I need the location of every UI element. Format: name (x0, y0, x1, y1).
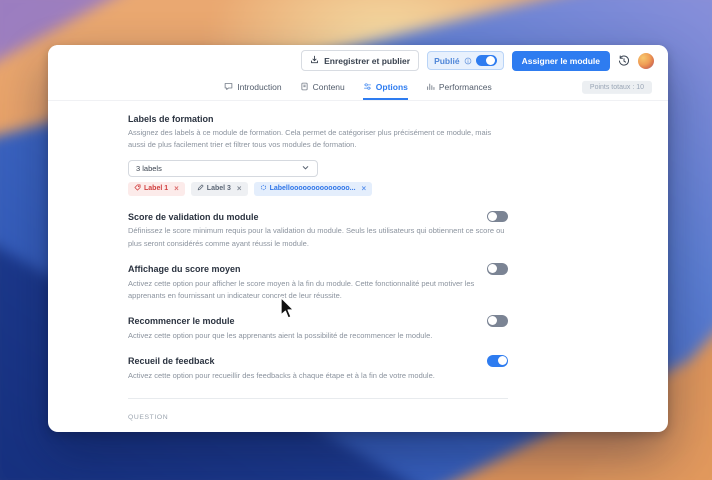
toggle-knob (488, 264, 498, 274)
tab-performances[interactable]: Performances (426, 76, 492, 100)
ring-icon (260, 184, 267, 193)
labels-section-title: Labels de formation (128, 114, 214, 124)
tab-label: Contenu (312, 82, 345, 92)
labels-section-description: Assignez des labels à ce module de forma… (128, 128, 492, 150)
desktop: Enregistrer et publier Publié Assigner l… (0, 0, 712, 480)
setting-title: Recommencer le module (128, 316, 235, 326)
remove-tag-icon[interactable]: × (362, 184, 367, 193)
remove-tag-icon[interactable]: × (174, 184, 179, 193)
options-panel: Labels de formation Assignez des labels … (48, 101, 508, 432)
setting-description: Activez cette option pour que les appren… (128, 330, 433, 340)
publish-label: Publié (434, 55, 460, 66)
label-tag[interactable]: Label 1 × (128, 181, 185, 196)
toggle-knob (488, 316, 498, 326)
question-section-header: QUESTION (128, 414, 169, 421)
tab-introduction[interactable]: Introduction (224, 76, 282, 100)
tag-icon (134, 184, 141, 193)
save-publish-label: Enregistrer et publier (324, 55, 411, 66)
app-window: Enregistrer et publier Publié Assigner l… (48, 45, 668, 432)
setting-description: Définissez le score minimum requis pour … (128, 226, 505, 248)
tab-label: Options (375, 82, 408, 92)
section-divider (128, 398, 508, 399)
window-header: Enregistrer et publier Publié Assigner l… (48, 45, 668, 76)
chart-icon (426, 82, 435, 93)
setting-toggle[interactable] (487, 210, 508, 223)
label-tags: Label 1 × Label 3 × Labelloooooooooooooo... × (128, 181, 508, 196)
chat-icon (224, 82, 233, 93)
tab-options[interactable]: Options (362, 76, 408, 100)
toggle-knob (497, 356, 507, 366)
tag-label: Label 1 (144, 185, 169, 193)
setting-toggle[interactable] (487, 355, 508, 367)
labels-dropdown-value: 3 labels (136, 163, 162, 173)
setting-row: Affichage du score moyen Activez cette o… (128, 263, 508, 302)
tab-contenu[interactable]: Contenu (300, 76, 345, 100)
settings-list: Score de validation du module Définissez… (128, 210, 508, 382)
publish-toggle[interactable] (475, 54, 497, 67)
mouse-cursor (280, 296, 295, 319)
pencil-icon (197, 184, 204, 193)
label-tag[interactable]: Labelloooooooooooooo... × (253, 181, 373, 196)
labels-dropdown[interactable]: 3 labels (128, 159, 318, 177)
document-icon (300, 82, 309, 93)
publish-status-pill[interactable]: Publié (427, 50, 504, 71)
tab-label: Performances (438, 82, 492, 92)
toggle-knob (488, 211, 498, 221)
setting-description: Activez cette option pour recueillir des… (128, 370, 435, 380)
setting-toggle[interactable] (487, 263, 508, 275)
history-icon[interactable] (618, 55, 630, 67)
setting-description: Activez cette option pour afficher le sc… (128, 278, 475, 300)
setting-title: Affichage du score moyen (128, 263, 241, 274)
points-total-badge: Points totaux : 10 (581, 80, 652, 94)
assign-module-button[interactable]: Assigner le module (511, 50, 610, 71)
setting-row: Recommencer le module Activez cette opti… (128, 315, 508, 342)
tab-label: Introduction (237, 82, 282, 92)
label-tag[interactable]: Label 3 × (190, 181, 248, 196)
setting-toggle[interactable] (487, 315, 508, 327)
tag-label: Labelloooooooooooooo... (269, 185, 356, 193)
toggle-knob (486, 55, 496, 65)
setting-title: Score de validation du module (128, 211, 259, 222)
tabs-group: Introduction Contenu Options Performances (215, 76, 501, 100)
tab-bar: Introduction Contenu Options Performances P… (48, 76, 668, 101)
chevron-down-icon (301, 163, 310, 174)
setting-row: Score de validation du module Définissez… (128, 210, 508, 250)
save-publish-button[interactable]: Enregistrer et publier (301, 50, 420, 71)
info-icon (464, 57, 472, 65)
setting-row: Recueil de feedback Activez cette option… (128, 355, 508, 382)
remove-tag-icon[interactable]: × (237, 184, 242, 193)
avatar[interactable] (638, 52, 654, 69)
labels-section: Labels de formation Assignez des labels … (128, 114, 508, 196)
save-icon (310, 55, 319, 66)
tag-label: Label 3 (206, 185, 231, 193)
setting-title: Recueil de feedback (128, 355, 215, 366)
sliders-icon (363, 82, 372, 93)
